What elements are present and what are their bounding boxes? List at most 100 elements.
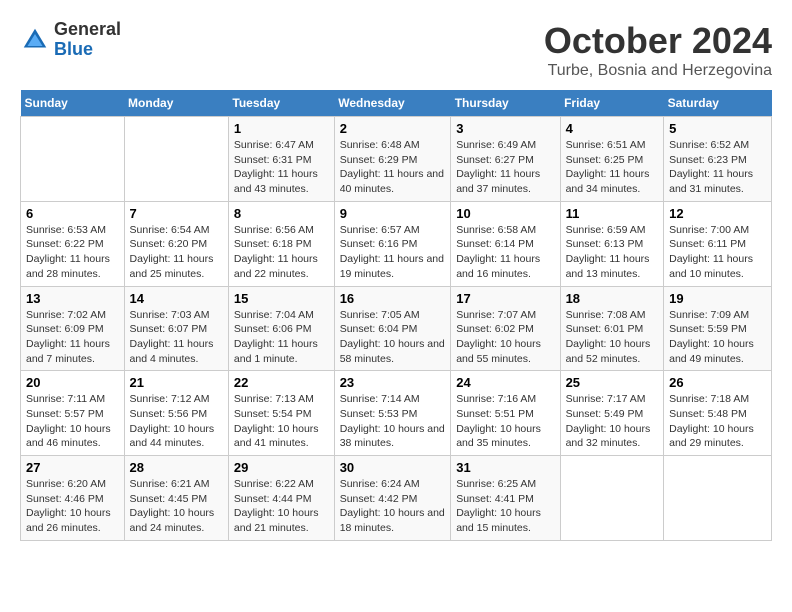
weekday-header: Saturday — [664, 90, 772, 117]
day-number: 22 — [234, 375, 329, 390]
location-subtitle: Turbe, Bosnia and Herzegovina — [544, 62, 772, 80]
day-info: Sunrise: 7:04 AMSunset: 6:06 PMDaylight:… — [234, 308, 329, 367]
calendar-cell: 6 Sunrise: 6:53 AMSunset: 6:22 PMDaylight… — [21, 201, 125, 286]
calendar-cell — [21, 117, 125, 202]
day-info: Sunrise: 7:09 AMSunset: 5:59 PMDaylight:… — [669, 308, 766, 367]
calendar-cell: 26Sunrise: 7:18 AMSunset: 5:48 PMDayligh… — [664, 371, 772, 456]
day-number: 16 — [340, 291, 446, 306]
day-number: 20 — [26, 375, 119, 390]
day-info: Sunrise: 7:17 AMSunset: 5:49 PMDaylight:… — [566, 392, 659, 451]
calendar-cell: 18Sunrise: 7:08 AMSunset: 6:01 PMDayligh… — [560, 286, 664, 371]
calendar-cell: 13 Sunrise: 7:02 AMSunset: 6:09 PMDayligh… — [21, 286, 125, 371]
day-info: Sunrise: 6:58 AMSunset: 6:14 PMDaylight:… — [456, 223, 554, 282]
day-number: 11 — [566, 206, 659, 221]
calendar-week-row: 1Sunrise: 6:47 AMSunset: 6:31 PMDaylight… — [21, 117, 772, 202]
weekday-header: Wednesday — [334, 90, 451, 117]
calendar-cell: 5 Sunrise: 6:52 AMSunset: 6:23 PMDaylight… — [664, 117, 772, 202]
day-info: Sunrise: 6:25 AMSunset: 4:41 PMDaylight:… — [456, 477, 554, 536]
header-row: SundayMondayTuesdayWednesdayThursdayFrid… — [21, 90, 772, 117]
title-block: October 2024 Turbe, Bosnia and Herzegovi… — [544, 20, 772, 80]
day-number: 25 — [566, 375, 659, 390]
day-number: 19 — [669, 291, 766, 306]
logo-general: General — [54, 20, 121, 40]
day-info: Sunrise: 6:22 AMSunset: 4:44 PMDaylight:… — [234, 477, 329, 536]
calendar-cell: 30 Sunrise: 6:24 AMSunset: 4:42 PMDayligh… — [334, 456, 451, 541]
day-info: Sunrise: 7:02 AMSunset: 6:09 PMDaylight:… — [26, 308, 119, 367]
calendar-week-row: 27 Sunrise: 6:20 AMSunset: 4:46 PMDayligh… — [21, 456, 772, 541]
calendar-cell: 21 Sunrise: 7:12 AMSunset: 5:56 PMDayligh… — [124, 371, 228, 456]
calendar-cell: 4 Sunrise: 6:51 AMSunset: 6:25 PMDaylight… — [560, 117, 664, 202]
day-number: 30 — [340, 460, 446, 475]
calendar-cell: 3Sunrise: 6:49 AMSunset: 6:27 PMDaylight… — [451, 117, 560, 202]
day-number: 24 — [456, 375, 554, 390]
calendar-table: SundayMondayTuesdayWednesdayThursdayFrid… — [20, 90, 772, 541]
calendar-cell: 15Sunrise: 7:04 AMSunset: 6:06 PMDayligh… — [228, 286, 334, 371]
day-number: 7 — [130, 206, 223, 221]
calendar-cell: 31 Sunrise: 6:25 AMSunset: 4:41 PMDayligh… — [451, 456, 560, 541]
day-number: 3 — [456, 121, 554, 136]
day-number: 4 — [566, 121, 659, 136]
day-info: Sunrise: 7:05 AMSunset: 6:04 PMDaylight:… — [340, 308, 446, 367]
calendar-cell: 11 Sunrise: 6:59 AMSunset: 6:13 PMDayligh… — [560, 201, 664, 286]
day-info: Sunrise: 7:12 AMSunset: 5:56 PMDaylight:… — [130, 392, 223, 451]
calendar-cell — [560, 456, 664, 541]
logo-text: General Blue — [54, 20, 121, 60]
calendar-cell: 25 Sunrise: 7:17 AMSunset: 5:49 PMDayligh… — [560, 371, 664, 456]
day-number: 23 — [340, 375, 446, 390]
calendar-cell: 17 Sunrise: 7:07 AMSunset: 6:02 PMDayligh… — [451, 286, 560, 371]
day-info: Sunrise: 6:56 AMSunset: 6:18 PMDaylight:… — [234, 223, 329, 282]
weekday-header: Monday — [124, 90, 228, 117]
weekday-header: Thursday — [451, 90, 560, 117]
day-info: Sunrise: 6:53 AMSunset: 6:22 PMDaylight:… — [26, 223, 119, 282]
day-number: 26 — [669, 375, 766, 390]
day-number: 14 — [130, 291, 223, 306]
day-number: 5 — [669, 121, 766, 136]
calendar-body: 1Sunrise: 6:47 AMSunset: 6:31 PMDaylight… — [21, 117, 772, 541]
calendar-header: SundayMondayTuesdayWednesdayThursdayFrid… — [21, 90, 772, 117]
page-header: General Blue October 2024 Turbe, Bosnia … — [20, 20, 772, 80]
day-number: 27 — [26, 460, 119, 475]
calendar-cell — [664, 456, 772, 541]
day-number: 31 — [456, 460, 554, 475]
day-info: Sunrise: 6:52 AMSunset: 6:23 PMDaylight:… — [669, 138, 766, 197]
day-number: 12 — [669, 206, 766, 221]
calendar-cell: 12Sunrise: 7:00 AMSunset: 6:11 PMDayligh… — [664, 201, 772, 286]
day-info: Sunrise: 6:21 AMSunset: 4:45 PMDaylight:… — [130, 477, 223, 536]
calendar-cell: 23Sunrise: 7:14 AMSunset: 5:53 PMDayligh… — [334, 371, 451, 456]
day-number: 17 — [456, 291, 554, 306]
calendar-cell: 27 Sunrise: 6:20 AMSunset: 4:46 PMDayligh… — [21, 456, 125, 541]
calendar-week-row: 6 Sunrise: 6:53 AMSunset: 6:22 PMDaylight… — [21, 201, 772, 286]
day-info: Sunrise: 7:13 AMSunset: 5:54 PMDaylight:… — [234, 392, 329, 451]
calendar-cell: 7 Sunrise: 6:54 AMSunset: 6:20 PMDaylight… — [124, 201, 228, 286]
calendar-cell: 14 Sunrise: 7:03 AMSunset: 6:07 PMDayligh… — [124, 286, 228, 371]
day-info: Sunrise: 7:11 AMSunset: 5:57 PMDaylight:… — [26, 392, 119, 451]
day-info: Sunrise: 6:51 AMSunset: 6:25 PMDaylight:… — [566, 138, 659, 197]
calendar-cell: 9Sunrise: 6:57 AMSunset: 6:16 PMDaylight… — [334, 201, 451, 286]
day-info: Sunrise: 6:59 AMSunset: 6:13 PMDaylight:… — [566, 223, 659, 282]
calendar-cell: 19 Sunrise: 7:09 AMSunset: 5:59 PMDayligh… — [664, 286, 772, 371]
weekday-header: Friday — [560, 90, 664, 117]
calendar-cell: 1Sunrise: 6:47 AMSunset: 6:31 PMDaylight… — [228, 117, 334, 202]
weekday-header: Sunday — [21, 90, 125, 117]
day-info: Sunrise: 7:03 AMSunset: 6:07 PMDaylight:… — [130, 308, 223, 367]
day-info: Sunrise: 7:08 AMSunset: 6:01 PMDaylight:… — [566, 308, 659, 367]
day-info: Sunrise: 6:24 AMSunset: 4:42 PMDaylight:… — [340, 477, 446, 536]
day-number: 28 — [130, 460, 223, 475]
day-number: 8 — [234, 206, 329, 221]
day-number: 21 — [130, 375, 223, 390]
calendar-cell — [124, 117, 228, 202]
calendar-cell: 16 Sunrise: 7:05 AMSunset: 6:04 PMDayligh… — [334, 286, 451, 371]
calendar-cell: 24Sunrise: 7:16 AMSunset: 5:51 PMDayligh… — [451, 371, 560, 456]
calendar-week-row: 13 Sunrise: 7:02 AMSunset: 6:09 PMDayligh… — [21, 286, 772, 371]
day-number: 13 — [26, 291, 119, 306]
day-number: 2 — [340, 121, 446, 136]
weekday-header: Tuesday — [228, 90, 334, 117]
day-number: 29 — [234, 460, 329, 475]
day-number: 6 — [26, 206, 119, 221]
day-info: Sunrise: 6:20 AMSunset: 4:46 PMDaylight:… — [26, 477, 119, 536]
day-info: Sunrise: 6:48 AMSunset: 6:29 PMDaylight:… — [340, 138, 446, 197]
day-info: Sunrise: 6:54 AMSunset: 6:20 PMDaylight:… — [130, 223, 223, 282]
day-info: Sunrise: 6:47 AMSunset: 6:31 PMDaylight:… — [234, 138, 329, 197]
day-info: Sunrise: 7:07 AMSunset: 6:02 PMDaylight:… — [456, 308, 554, 367]
calendar-cell: 20 Sunrise: 7:11 AMSunset: 5:57 PMDayligh… — [21, 371, 125, 456]
